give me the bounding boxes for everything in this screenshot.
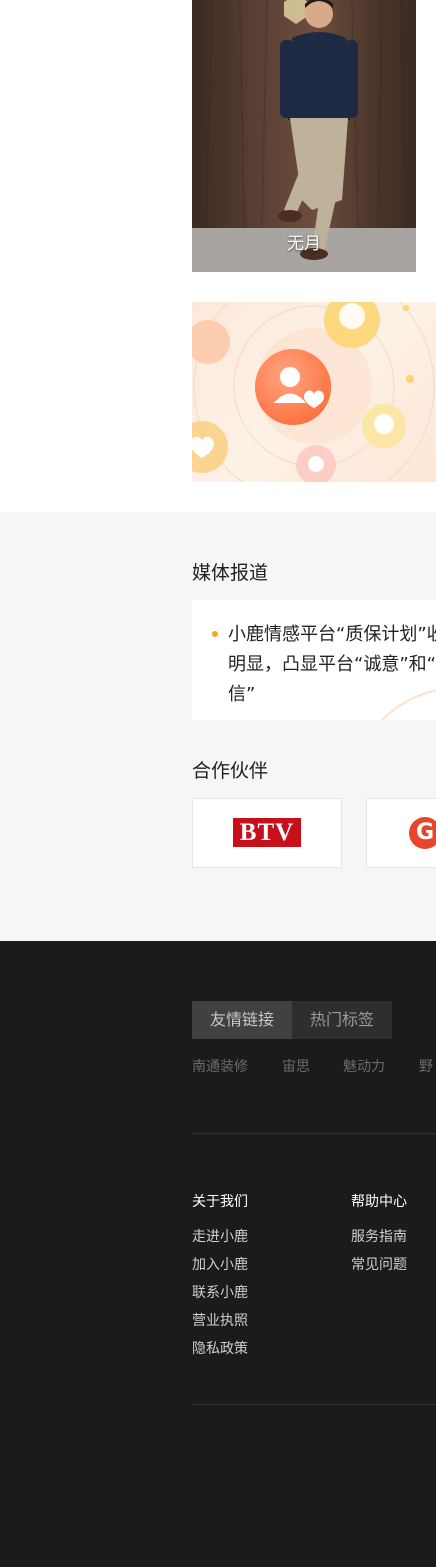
heart-user-illustration <box>192 302 435 482</box>
footer-link[interactable]: 服务指南 <box>351 1226 407 1246</box>
friend-link[interactable]: 野 <box>419 1056 433 1076</box>
tab-friend-links[interactable]: 友情链接 <box>192 1001 292 1039</box>
footer-divider <box>192 1404 436 1405</box>
footer-link[interactable]: 加入小鹿 <box>192 1254 248 1274</box>
news-item-text[interactable]: 小鹿情感平台“质保计划”收 明显，凸显平台“诚意”和“ 信” <box>228 620 436 710</box>
friend-link[interactable]: 魅动力 <box>343 1056 385 1076</box>
friend-link[interactable]: 南通装修 <box>192 1056 248 1076</box>
media-section-title: 媒体报道 <box>192 562 269 584</box>
footer-divider <box>192 1133 436 1134</box>
news-line: 明显，凸显平台“诚意”和“ <box>228 654 436 675</box>
partner-logo-btv[interactable]: BTV <box>192 798 342 868</box>
footer-link[interactable]: 走进小鹿 <box>192 1226 248 1246</box>
news-bullet-icon <box>212 631 218 637</box>
news-line: 信” <box>228 684 256 705</box>
footer-link[interactable]: 联系小鹿 <box>192 1282 248 1302</box>
friend-link[interactable]: 宙思 <box>282 1056 310 1076</box>
footer-column-title-about: 关于我们 <box>192 1194 248 1210</box>
btv-logo-text: BTV <box>239 819 295 846</box>
news-line: 小鹿情感平台“质保计划”收 <box>228 624 436 645</box>
footer-link[interactable]: 营业执照 <box>192 1310 248 1330</box>
consultant-name: 无月 <box>287 234 321 254</box>
partner-logo-g[interactable]: G <box>366 798 436 868</box>
consultant-card[interactable]: 无月 <box>192 0 416 272</box>
footer-link[interactable]: 隐私政策 <box>192 1338 248 1358</box>
partner-section-title: 合作伙伴 <box>192 760 269 782</box>
tab-hot-tags[interactable]: 热门标签 <box>292 1001 392 1039</box>
footer-link[interactable]: 常见问题 <box>351 1254 407 1274</box>
btv-logo: BTV <box>233 818 301 847</box>
footer-column-title-help: 帮助中心 <box>351 1194 407 1210</box>
consult-banner[interactable] <box>192 302 436 482</box>
g-logo: G <box>409 817 436 849</box>
